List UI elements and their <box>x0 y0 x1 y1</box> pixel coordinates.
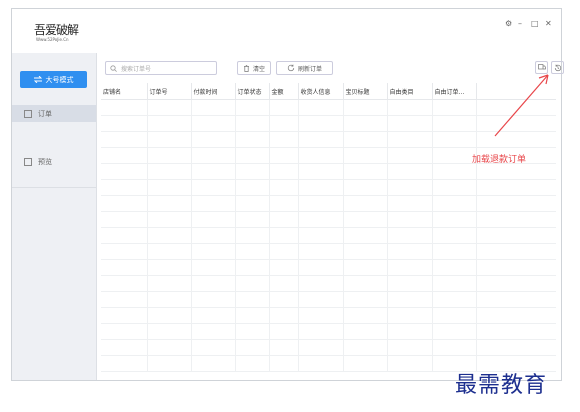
watermark: 最需教育 <box>455 373 548 398</box>
annotation-arrow <box>494 74 549 137</box>
annotation-text: 加载退款订单 <box>472 155 527 165</box>
